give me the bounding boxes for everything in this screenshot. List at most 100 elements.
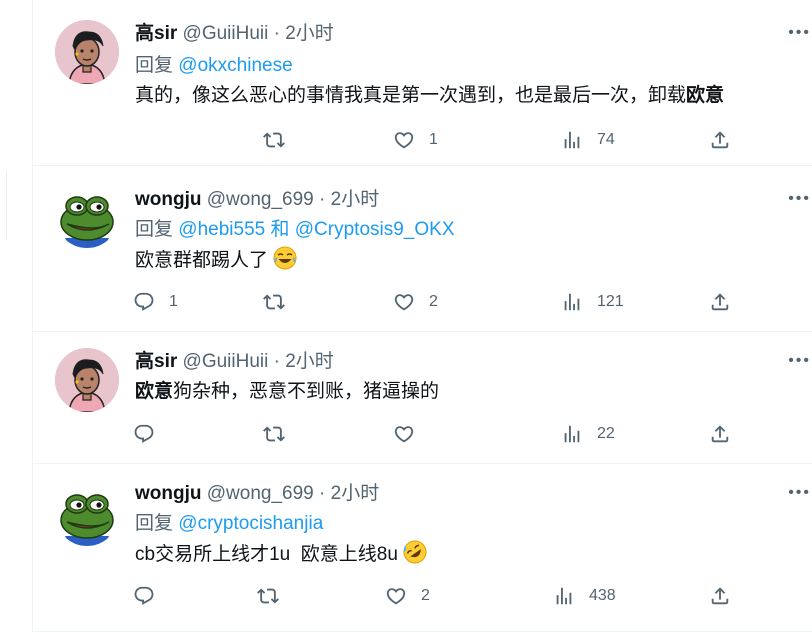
retweet-icon xyxy=(263,291,285,313)
display-name[interactable]: wongju xyxy=(135,189,201,210)
tweet-text-bold: 欧意 xyxy=(686,85,725,106)
separator-dot: · xyxy=(319,483,326,504)
tweet-text: 真的，像这么恶心的事情我真是第一次遇到，也是最后一次，卸载欧意 xyxy=(135,84,724,108)
more-icon[interactable]: ••• xyxy=(788,484,811,502)
views-button[interactable]: 438 xyxy=(553,582,616,610)
views-button[interactable]: 22 xyxy=(561,420,615,448)
like-count: 2 xyxy=(429,293,438,310)
share-icon xyxy=(709,423,731,445)
edge-divider xyxy=(0,170,7,240)
avatar[interactable] xyxy=(55,20,119,84)
share-icon xyxy=(709,129,731,151)
share-button[interactable] xyxy=(709,126,731,154)
avatar[interactable] xyxy=(55,482,119,546)
retweet-icon xyxy=(263,129,285,151)
display-name[interactable]: wongju xyxy=(135,483,201,504)
like-button[interactable]: 2 xyxy=(393,288,438,316)
like-button[interactable]: 1 xyxy=(393,126,438,154)
views-button[interactable]: 121 xyxy=(561,288,624,316)
separator-dot: · xyxy=(273,351,280,372)
heart-icon xyxy=(393,129,415,151)
view-count: 74 xyxy=(597,131,615,148)
views-icon xyxy=(553,585,575,607)
more-icon[interactable]: ••• xyxy=(788,352,811,370)
like-count: 2 xyxy=(421,587,430,604)
heart-icon xyxy=(393,291,415,313)
display-name[interactable]: 高sir xyxy=(135,23,177,44)
more-icon[interactable]: ••• xyxy=(788,190,811,208)
reply-count: 1 xyxy=(169,293,178,310)
timestamp[interactable]: 2小时 xyxy=(331,483,380,504)
action-bar: 2 438 xyxy=(133,582,729,610)
tweet-header: 高sir @GuiiHuii · 2小时 xyxy=(135,350,334,374)
tweet-text-plain: cb交易所上线才1u 欧意上线8u xyxy=(135,544,398,565)
tweet[interactable]: 高sir @GuiiHuii · 2小时 ••• 欧意狗杂种，恶意不到账，猪逼操… xyxy=(33,332,812,464)
view-count: 438 xyxy=(589,587,616,604)
avatar[interactable] xyxy=(55,348,119,412)
view-count: 121 xyxy=(597,293,624,310)
share-button[interactable] xyxy=(709,420,731,448)
view-count: 22 xyxy=(597,425,615,442)
user-handle[interactable]: @GuiiHuii xyxy=(183,23,269,44)
more-icon[interactable]: ••• xyxy=(788,24,811,42)
tweet-text-plain: 欧意群都踢人了 xyxy=(135,250,269,271)
reply-to: 回复 @hebi555 和 @Cryptosis9_OKX xyxy=(135,218,455,242)
left-edge xyxy=(0,0,32,632)
retweet-button[interactable] xyxy=(263,288,285,316)
reply-feed: 高sir @GuiiHuii · 2小时 ••• 回复 @okxchinese … xyxy=(32,0,812,632)
tweet[interactable]: 高sir @GuiiHuii · 2小时 ••• 回复 @okxchinese … xyxy=(33,0,812,166)
retweet-button[interactable] xyxy=(257,582,279,610)
reply-button[interactable] xyxy=(133,582,155,610)
views-icon xyxy=(561,423,583,445)
action-bar: 22 xyxy=(133,420,729,448)
user-handle[interactable]: @wong_699 xyxy=(207,189,314,210)
tweet[interactable]: wongju @wong_699 · 2小时 ••• 回复 @cryptocis… xyxy=(33,464,812,632)
reply-to: 回复 @okxchinese xyxy=(135,54,293,78)
views-button[interactable]: 74 xyxy=(561,126,615,154)
tweet-header: 高sir @GuiiHuii · 2小时 xyxy=(135,22,334,46)
like-button[interactable] xyxy=(393,420,415,448)
share-button[interactable] xyxy=(709,288,731,316)
tweet-header: wongju @wong_699 · 2小时 xyxy=(135,188,379,212)
reply-prefix: 回复 xyxy=(135,513,174,534)
tweet-text-plain: 狗杂种，恶意不到账，猪逼操的 xyxy=(173,381,440,402)
retweet-button[interactable] xyxy=(263,420,285,448)
retweet-icon xyxy=(263,423,285,445)
user-handle[interactable]: @wong_699 xyxy=(207,483,314,504)
heart-icon xyxy=(393,423,415,445)
heart-icon xyxy=(385,585,407,607)
share-icon xyxy=(709,585,731,607)
share-icon xyxy=(709,291,731,313)
reply-button[interactable]: 1 xyxy=(133,288,178,316)
mention-link[interactable]: @hebi555 和 @Cryptosis9_OKX xyxy=(178,219,454,240)
user-handle[interactable]: @GuiiHuii xyxy=(183,351,269,372)
tweet-text-plain: 真的，像这么恶心的事情我真是第一次遇到，也是最后一次，卸载 xyxy=(135,85,687,106)
separator-dot: · xyxy=(273,23,280,44)
views-icon xyxy=(561,129,583,151)
timestamp[interactable]: 2小时 xyxy=(331,189,380,210)
avatar[interactable] xyxy=(55,184,119,248)
action-bar: 1 74 xyxy=(133,126,729,154)
tweet[interactable]: wongju @wong_699 · 2小时 ••• 回复 @hebi555 和… xyxy=(33,166,812,332)
share-button[interactable] xyxy=(709,582,731,610)
like-button[interactable]: 2 xyxy=(385,582,430,610)
reply-icon xyxy=(133,423,155,445)
reply-to: 回复 @cryptocishanjia xyxy=(135,512,323,536)
timestamp[interactable]: 2小时 xyxy=(285,23,334,44)
tweet-text: cb交易所上线才1u 欧意上线8u xyxy=(135,540,427,571)
tweet-text: 欧意狗杂种，恶意不到账，猪逼操的 xyxy=(135,380,439,404)
reply-icon xyxy=(133,585,155,607)
like-count: 1 xyxy=(429,131,438,148)
separator-dot: · xyxy=(319,189,326,210)
retweet-button[interactable] xyxy=(263,126,285,154)
reply-prefix: 回复 xyxy=(135,219,174,240)
rofl-emoji xyxy=(403,540,427,571)
tweet-text-bold: 欧意 xyxy=(135,381,174,402)
tweet-header: wongju @wong_699 · 2小时 xyxy=(135,482,379,506)
display-name[interactable]: 高sir xyxy=(135,351,177,372)
mention-link[interactable]: @cryptocishanjia xyxy=(178,513,323,534)
reply-icon xyxy=(133,291,155,313)
mention-link[interactable]: @okxchinese xyxy=(178,55,292,76)
reply-button[interactable] xyxy=(133,420,155,448)
timestamp[interactable]: 2小时 xyxy=(285,351,334,372)
